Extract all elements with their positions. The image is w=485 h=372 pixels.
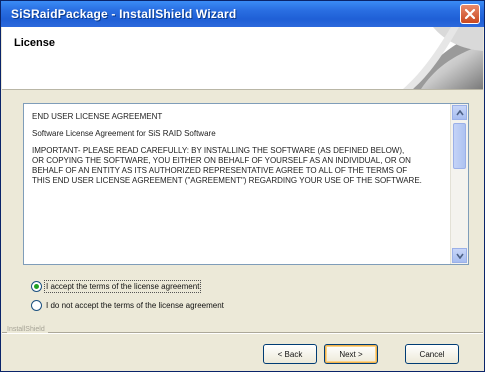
accept-license-radio[interactable]: I accept the terms of the license agreem… [31, 279, 202, 293]
installshield-brand-label: InstallShield [7, 326, 48, 333]
radio-dot [34, 283, 39, 289]
scroll-down-button[interactable] [452, 248, 467, 263]
back-button[interactable]: < Back [263, 344, 317, 364]
installshield-wizard-window: SiSRaidPackage - InstallShield Wizard Li… [0, 0, 485, 372]
license-paragraph: OR COPYING THE SOFTWARE, YOU EITHER ON B… [32, 156, 411, 165]
decline-license-label[interactable]: I do not accept the terms of the license… [46, 301, 224, 310]
window-title: SiSRaidPackage - InstallShield Wizard [11, 7, 237, 21]
chevron-down-icon [456, 253, 464, 259]
scroll-up-button[interactable] [452, 105, 467, 120]
footer-divider [2, 332, 483, 334]
license-paragraph: IMPORTANT- PLEASE READ CAREFULLY: BY INS… [32, 146, 405, 155]
wizard-header: License [2, 27, 483, 90]
license-text: END USER LICENSE AGREEMENT Software Lice… [32, 112, 444, 260]
page-title: License [14, 37, 55, 49]
vertical-scrollbar[interactable] [450, 104, 468, 264]
license-paragraph: THIS END USER LICENSE AGREEMENT ("AGREEM… [32, 176, 422, 185]
title-bar[interactable]: SiSRaidPackage - InstallShield Wizard [1, 1, 484, 27]
next-button[interactable]: Next > [324, 344, 378, 364]
license-text-box[interactable]: END USER LICENSE AGREEMENT Software Lice… [23, 103, 469, 265]
accept-license-label[interactable]: I accept the terms of the license agreem… [43, 279, 202, 293]
chevron-up-icon [456, 110, 464, 116]
license-paragraph: Software License Agreement for SiS RAID … [32, 129, 216, 138]
license-heading: END USER LICENSE AGREEMENT [32, 112, 163, 121]
installshield-logo-icon [403, 27, 483, 89]
radio-button[interactable] [31, 299, 42, 311]
scrollbar-thumb[interactable] [453, 123, 466, 169]
cancel-button[interactable]: Cancel [405, 344, 459, 364]
radio-button-selected[interactable] [31, 280, 42, 292]
close-icon [464, 8, 476, 20]
decline-license-radio[interactable]: I do not accept the terms of the license… [31, 298, 224, 312]
close-button[interactable] [460, 4, 480, 24]
license-paragraph: BEHALF OF AN ENTITY AS ITS AUTHORIZED RE… [32, 166, 408, 175]
